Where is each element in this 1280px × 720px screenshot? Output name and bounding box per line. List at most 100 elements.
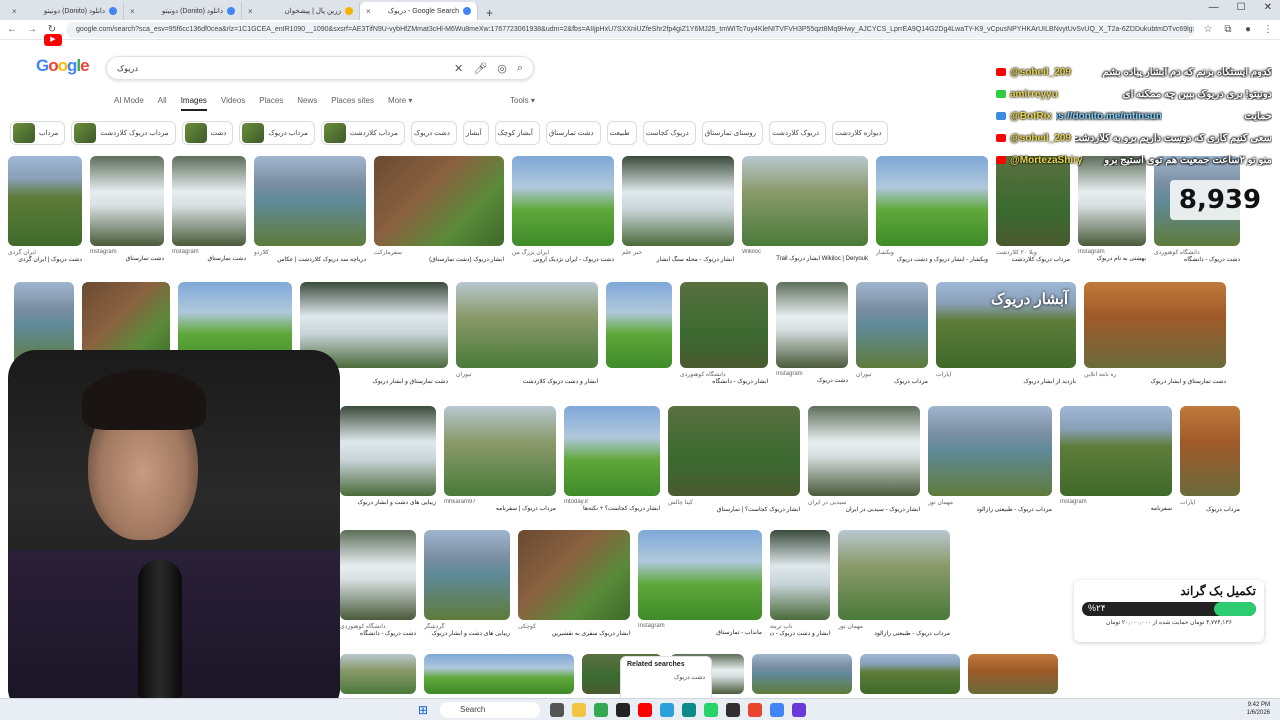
telegram-icon[interactable] <box>660 703 674 717</box>
result-title[interactable]: دشت تمارستاق <box>90 255 164 262</box>
browser-tab[interactable]: زرین پال | پیشخوان × <box>242 2 360 20</box>
close-tab-icon[interactable]: × <box>248 7 253 16</box>
tab-places-sites[interactable]: Places sites <box>331 96 374 111</box>
image-result[interactable]: خبر علم آبشار دریوک - محله سنگ آبشار <box>622 156 734 263</box>
minimize-icon[interactable]: — <box>1209 2 1219 13</box>
bookmark-star-icon[interactable]: ☆ <box>1202 24 1214 35</box>
clear-icon[interactable]: ✕ <box>454 62 463 75</box>
tools-button[interactable]: Tools ▾ <box>510 96 535 105</box>
result-source[interactable]: آپارات <box>936 371 1076 378</box>
image-result[interactable]: Intoday.ir آبشار دریوک کجاست؟ + نکته‌ها <box>564 406 660 513</box>
profile-icon[interactable]: ● <box>1242 24 1254 35</box>
result-title[interactable]: مرداب دریوک <box>856 378 928 385</box>
image-result[interactable]: Instagram سفرنامه <box>1060 406 1172 513</box>
image-result[interactable]: سیدبی در ایران آبشار دریوک - سیدبی در ایر… <box>808 406 920 513</box>
result-title[interactable]: مانداب - تمارستاق <box>638 629 762 636</box>
filter-chip[interactable]: دریوک کجاست <box>642 121 696 145</box>
image-result[interactable]: مهمان تور مرداب دریوک - طبیعتی رازآلود <box>838 530 950 637</box>
result-source[interactable]: ایران گردی <box>8 249 82 256</box>
result-title[interactable]: آبشار دریوک کجاست؟ | تمارستاق <box>668 506 800 513</box>
app-icon[interactable] <box>748 703 762 717</box>
result-source[interactable]: دانشگاه کوهنوردی <box>1154 249 1240 256</box>
image-result[interactable]: دانشگاه کوهنوردی آبشار دریوک - دانشگاه <box>680 282 768 385</box>
related-search-item[interactable]: دشت دریوک <box>627 674 705 681</box>
result-title[interactable]: دشت دریوک <box>776 377 848 384</box>
tab-videos[interactable]: Videos <box>221 96 245 111</box>
result-source[interactable]: ایران بزرگ من <box>512 249 614 256</box>
app-icon[interactable] <box>770 703 784 717</box>
result-source[interactable]: سفرمارکت <box>374 249 504 256</box>
result-title[interactable]: آبشار دریوک (دشت تمارستاق) <box>374 256 504 263</box>
filter-chip[interactable]: آبشار کوچک <box>494 121 540 145</box>
image-result[interactable] <box>860 654 960 694</box>
app-icon[interactable] <box>792 703 806 717</box>
result-thumbnail[interactable] <box>622 156 734 246</box>
system-clock[interactable]: 9:42 PM 1/6/2026 <box>1247 701 1270 717</box>
result-thumbnail[interactable] <box>860 654 960 694</box>
result-thumbnail[interactable] <box>512 156 614 246</box>
result-thumbnail[interactable] <box>680 282 768 368</box>
task-view-icon[interactable] <box>550 703 564 717</box>
result-title[interactable]: دشت تمارستاق <box>172 255 246 262</box>
filter-chip[interactable]: دشت دریوک <box>410 121 458 145</box>
image-result[interactable]: ویلا ۲۰ کلاردشت مرداب دریوک کلاردشت <box>996 156 1070 263</box>
search-input[interactable]: دریوک <box>117 64 444 73</box>
image-result[interactable] <box>424 654 574 694</box>
image-result[interactable] <box>968 654 1058 694</box>
image-result[interactable]: زیبایی های دشت و آبشار دریوک <box>340 406 436 513</box>
result-title[interactable]: بهشتی به نام دریوک <box>1078 255 1146 262</box>
browser-tab-active[interactable]: Google Search - دریوک × <box>360 2 478 20</box>
result-source[interactable]: آپارات <box>1180 499 1240 506</box>
image-result[interactable] <box>606 282 672 385</box>
result-source[interactable]: گردشگر <box>424 623 510 630</box>
extensions-icon[interactable]: ⧉ <box>1222 24 1234 35</box>
result-thumbnail[interactable] <box>668 406 800 496</box>
image-result[interactable]: Instagram دشت تمارستاق <box>172 156 246 263</box>
search-box[interactable]: دریوک ✕ 🎤︎ ◎ ⌕ <box>106 56 534 80</box>
result-thumbnail[interactable] <box>606 282 672 368</box>
result-thumbnail[interactable] <box>808 406 920 496</box>
result-thumbnail[interactable] <box>876 156 988 246</box>
result-title[interactable]: آبشار دریوک - محله سنگ آبشار <box>622 256 734 263</box>
result-thumbnail[interactable] <box>856 282 928 368</box>
result-source[interactable]: کیتا چالش <box>668 499 800 506</box>
result-source[interactable]: سیدبی در ایران <box>808 499 920 506</box>
image-result[interactable]: Instagram دشت دریوک <box>776 282 848 385</box>
close-window-icon[interactable]: ✕ <box>1264 2 1272 13</box>
result-title[interactable]: دشت دریوک - دانشگاه <box>1154 256 1240 263</box>
result-title[interactable]: بازدید از آبشار دریوک <box>936 378 1076 385</box>
result-thumbnail[interactable] <box>518 530 630 620</box>
chrome-icon[interactable] <box>594 703 608 717</box>
result-title[interactable]: سفرنامه <box>1060 505 1172 512</box>
result-source[interactable]: ره نامه آنلاین <box>1084 371 1226 378</box>
terminal-icon[interactable] <box>616 703 630 717</box>
search-icon[interactable]: ⌕ <box>517 62 523 75</box>
image-result[interactable]: کوچکی آبشار دریوک سفری به نقشیرین <box>518 530 630 637</box>
image-result[interactable]: کیتا چالش آبشار دریوک کجاست؟ | تمارستاق <box>668 406 800 513</box>
filter-chip[interactable]: دیواره کلاردشت <box>832 121 889 145</box>
result-title[interactable]: مرداب دریوک <box>1180 506 1240 513</box>
image-result[interactable]: تیوران آبشار و دشت دریوک کلاردشت <box>456 282 598 385</box>
result-title[interactable]: آبشار دریوک سفری به نقشیرین <box>518 630 630 637</box>
result-title[interactable]: مرداب دریوک کلاردشت <box>996 256 1070 263</box>
result-title[interactable]: مرداب دریوک - طبیعتی رازآلود <box>838 630 950 637</box>
result-title[interactable]: مرداب دریوک | سفرنامه <box>444 505 556 512</box>
result-thumbnail[interactable] <box>340 406 436 496</box>
result-title[interactable]: دشت دریوک | ایران گردی <box>8 256 82 263</box>
result-thumbnail[interactable] <box>928 406 1052 496</box>
result-thumbnail[interactable] <box>340 530 416 620</box>
tab-places[interactable]: Places <box>259 96 283 111</box>
result-thumbnail[interactable] <box>1060 406 1172 496</box>
forward-arrow-icon[interactable]: → <box>26 24 38 35</box>
image-result[interactable]: تاپ ترینهآبشار و دشت دریوک - دیدنی <box>770 530 830 637</box>
result-title[interactable]: دشت تمارستاق و آبشار دریوک <box>1084 378 1226 385</box>
result-title[interactable]: آبشار دریوک - دانشگاه <box>680 378 768 385</box>
filter-chip[interactable]: طبیعت <box>606 121 637 145</box>
microphone-icon[interactable]: 🎤︎ <box>473 62 487 75</box>
image-result[interactable]: کلاردو دریاچه سد دریوک کلاردشت | عکاس <box>254 156 366 263</box>
result-title[interactable]: آبشار و دشت دریوک کلاردشت <box>456 378 598 385</box>
result-thumbnail[interactable] <box>564 406 660 496</box>
result-title[interactable]: مرداب دریوک - طبیعتی رازآلود <box>928 506 1052 513</box>
image-result[interactable]: مهمان تور مرداب دریوک - طبیعتی رازآلود <box>928 406 1052 513</box>
result-thumbnail[interactable] <box>172 156 246 246</box>
